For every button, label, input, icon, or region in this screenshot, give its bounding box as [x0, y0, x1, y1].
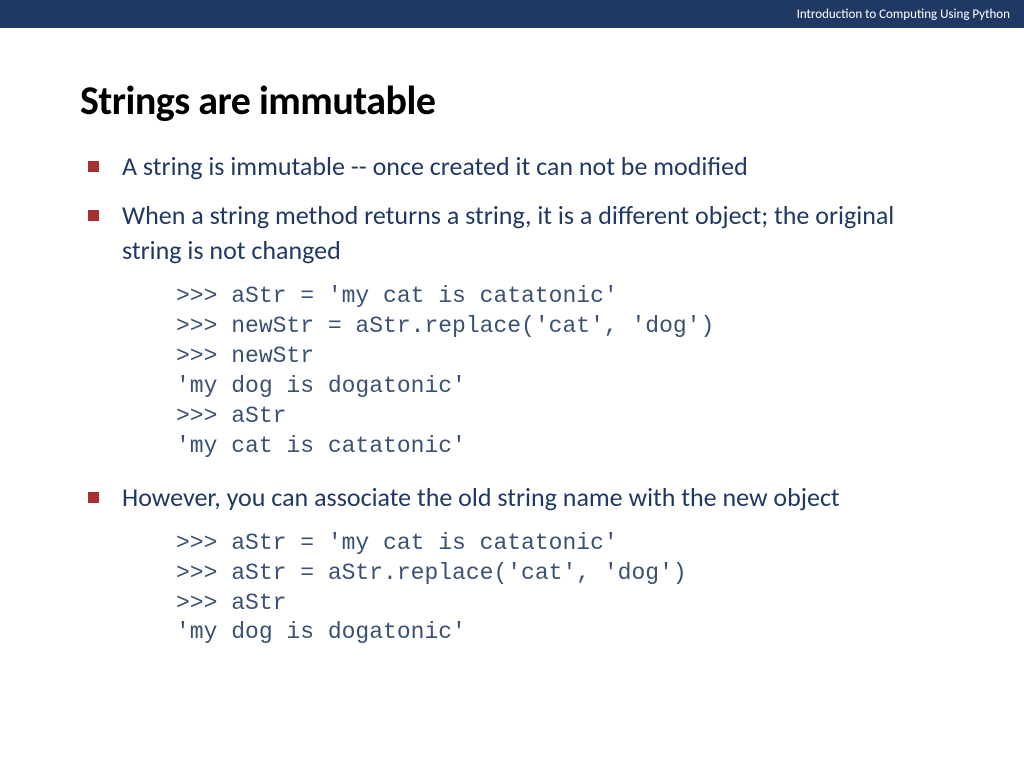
bullet-list: However, you can associate the old strin… [80, 480, 944, 515]
slide-content: Strings are immutable A string is immuta… [0, 28, 1024, 648]
code-block-2: >>> aStr = 'my cat is catatonic' >>> aSt… [176, 529, 944, 649]
bullet-item: When a string method returns a string, i… [80, 198, 944, 268]
header-subtitle: Introduction to Computing Using Python [797, 7, 1010, 22]
header-bar: Introduction to Computing Using Python [0, 0, 1024, 28]
bullet-text: A string is immutable -- once created it… [122, 150, 748, 182]
bullet-item: However, you can associate the old strin… [80, 480, 944, 515]
slide-title: Strings are immutable [80, 76, 944, 125]
code-block-1: >>> aStr = 'my cat is catatonic' >>> new… [176, 282, 944, 461]
bullet-item: A string is immutable -- once created it… [80, 149, 944, 184]
bullet-text: When a string method returns a string, i… [122, 199, 894, 266]
bullet-text: However, you can associate the old strin… [122, 481, 840, 513]
bullet-list: A string is immutable -- once created it… [80, 149, 944, 268]
